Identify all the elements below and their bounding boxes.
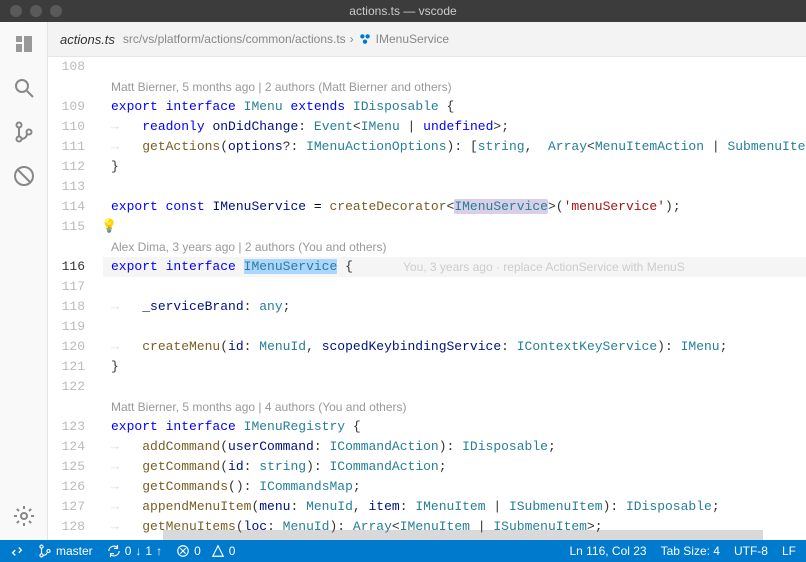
code-line: } (103, 357, 806, 377)
git-branch[interactable]: master (38, 544, 93, 558)
minimize-window-button[interactable] (30, 5, 42, 17)
code-line: } (103, 157, 806, 177)
branch-name: master (56, 544, 93, 558)
code-line: → getCommand(id: string): ICommandAction… (103, 457, 806, 477)
code-line (103, 177, 806, 197)
codelens[interactable]: Matt Bierner, 5 months ago | 2 authors (… (103, 77, 806, 97)
search-icon[interactable] (12, 76, 36, 100)
codelens[interactable]: Alex Dima, 3 years ago | 2 authors (You … (103, 237, 806, 257)
maximize-window-button[interactable] (50, 5, 62, 17)
editor: actions.ts src/vs/platform/actions/commo… (48, 22, 806, 540)
code-line (103, 277, 806, 297)
tab-filename[interactable]: actions.ts (60, 32, 115, 47)
code-line: → appendMenuItem(menu: MenuId, item: IMe… (103, 497, 806, 517)
settings-icon[interactable] (12, 504, 36, 528)
code-line: export interface IMenuRegistry { (103, 417, 806, 437)
code-editor[interactable]: 108 109 110 111 112 113 114 115 116 117 … (48, 57, 806, 540)
code-line: → _serviceBrand: any; (103, 297, 806, 317)
codelens[interactable]: Matt Bierner, 5 months ago | 4 authors (… (103, 397, 806, 417)
git-sync[interactable]: 0↓ 1↑ (107, 544, 162, 558)
interface-icon (358, 32, 372, 46)
inline-blame: You, 3 years ago · replace ActionService… (403, 257, 685, 277)
breadcrumb-symbol[interactable]: IMenuService (376, 32, 449, 46)
tab-bar: actions.ts src/vs/platform/actions/commo… (48, 22, 806, 57)
breadcrumb-chevron-icon: › (350, 32, 354, 46)
gutter: 108 109 110 111 112 113 114 115 116 117 … (48, 57, 103, 540)
code-line: → getCommands(): ICommandsMap; (103, 477, 806, 497)
code-line: → createMenu(id: MenuId, scopedKeybindin… (103, 337, 806, 357)
code-line: → getActions(options?: IMenuActionOption… (103, 137, 806, 157)
eol[interactable]: LF (782, 544, 796, 558)
code-line: → addCommand(userCommand: ICommandAction… (103, 437, 806, 457)
code-line: export const IMenuService = createDecora… (103, 197, 806, 217)
window-title: actions.ts — vscode (349, 4, 456, 18)
explorer-icon[interactable] (12, 32, 36, 56)
encoding[interactable]: UTF-8 (734, 544, 768, 558)
cursor-position[interactable]: Ln 116, Col 23 (569, 544, 646, 558)
title-bar: actions.ts — vscode (0, 0, 806, 22)
code-line: export interface IMenuService {You, 3 ye… (103, 257, 806, 277)
status-bar: master 0↓ 1↑ 0 0 Ln 116, Col 23 Tab Size… (0, 540, 806, 562)
activity-bar (0, 22, 48, 540)
debug-icon[interactable] (12, 164, 36, 188)
code-line: 💡 (103, 217, 806, 237)
source-control-icon[interactable] (12, 120, 36, 144)
breadcrumb-path[interactable]: src/vs/platform/actions/common/actions.t… (123, 32, 346, 46)
horizontal-scrollbar[interactable] (163, 530, 763, 540)
code-line (103, 377, 806, 397)
code-line: → readonly onDidChange: Event<IMenu | un… (103, 117, 806, 137)
remote-indicator[interactable] (10, 544, 24, 558)
code-line (103, 57, 806, 77)
problems-indicator[interactable]: 0 0 (176, 544, 235, 558)
tab-size[interactable]: Tab Size: 4 (661, 544, 720, 558)
code-line: export interface IMenu extends IDisposab… (103, 97, 806, 117)
code-line (103, 317, 806, 337)
breadcrumb[interactable]: src/vs/platform/actions/common/actions.t… (123, 32, 449, 46)
code-content[interactable]: Matt Bierner, 5 months ago | 2 authors (… (103, 57, 806, 540)
lightbulb-icon[interactable]: 💡 (101, 217, 117, 237)
window-controls (0, 5, 62, 17)
close-window-button[interactable] (10, 5, 22, 17)
